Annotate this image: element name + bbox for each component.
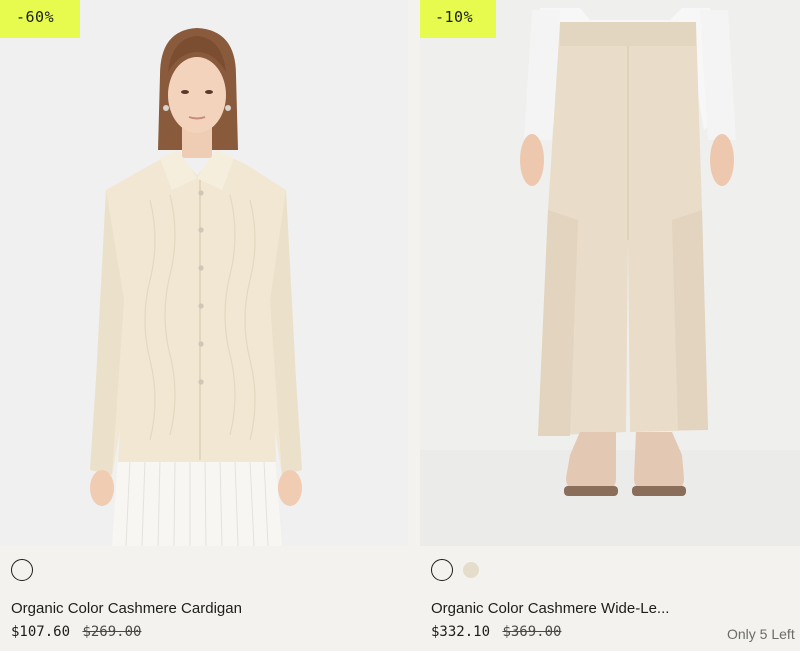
sale-price: $332.10 [431, 624, 491, 640]
cardigan-model-illustration [90, 28, 302, 546]
product-image-cardigan[interactable]: -60% [0, 0, 408, 546]
color-swatches [11, 559, 33, 581]
pants-model-illustration [420, 8, 800, 546]
color-swatches [431, 559, 479, 581]
color-swatch-ivory[interactable] [11, 559, 33, 581]
original-price: $369.00 [502, 624, 562, 640]
sale-price: $107.60 [11, 624, 71, 640]
product-title[interactable]: Organic Color Cashmere Cardigan [11, 600, 242, 617]
swatch-fill [434, 562, 450, 578]
stock-note: Only 5 Left [727, 626, 795, 642]
price-group: $107.60 $269.00 [11, 624, 141, 640]
price-group: $332.10 $369.00 [431, 624, 561, 640]
product-card-cardigan[interactable]: -60% Organic Color Cashmere Cardigan $10… [0, 0, 408, 640]
swatch-fill [14, 562, 30, 578]
discount-badge: -60% [0, 0, 80, 38]
product-image-wide-leg-pants[interactable]: -10% [420, 0, 800, 546]
color-swatch-oatmeal[interactable] [463, 562, 479, 578]
product-grid: -60% Organic Color Cashmere Cardigan $10… [0, 0, 800, 651]
product-title[interactable]: Organic Color Cashmere Wide-Le... [431, 600, 669, 617]
discount-badge: -10% [420, 0, 496, 38]
product-card-wide-leg-pants[interactable]: -10% Organic Color Cashmere Wide-Le... $… [420, 0, 800, 642]
color-swatch-ivory[interactable] [431, 559, 453, 581]
original-price: $269.00 [82, 624, 142, 640]
